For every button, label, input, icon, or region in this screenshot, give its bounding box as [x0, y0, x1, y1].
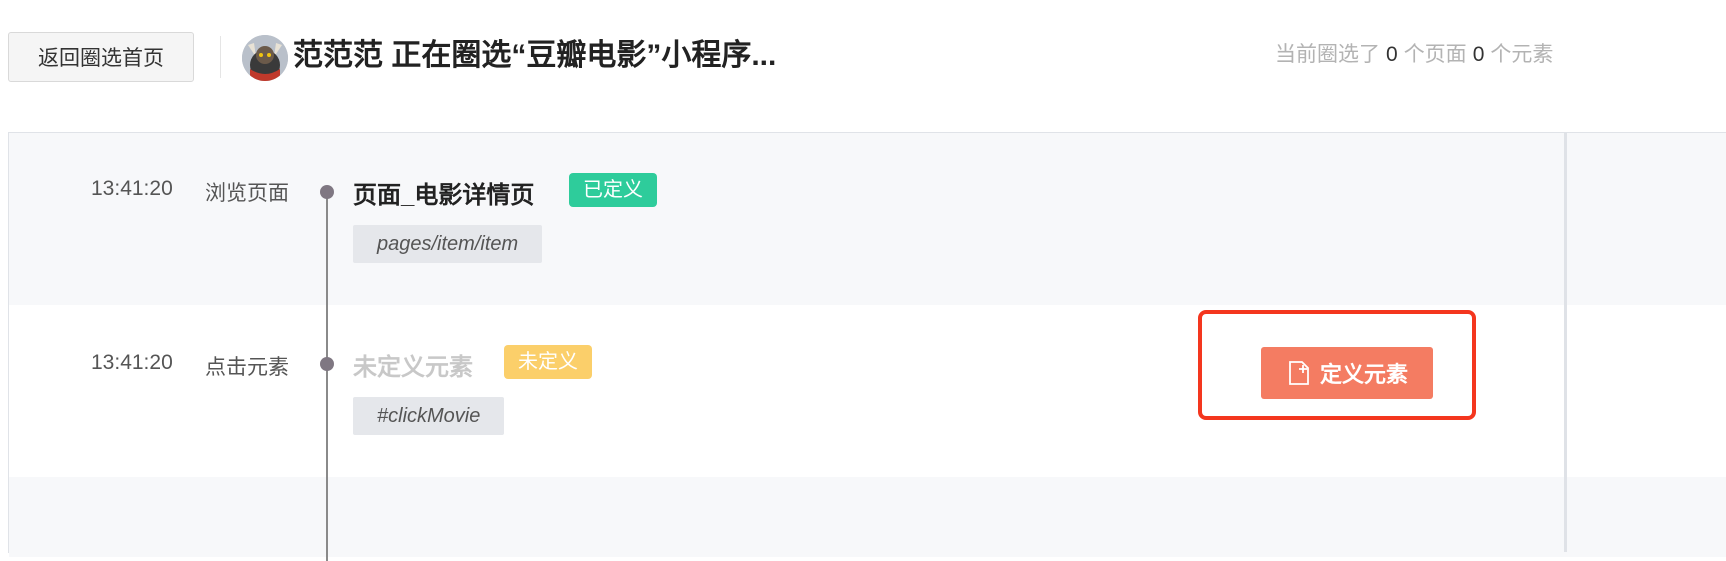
- timeline-line: [326, 191, 328, 561]
- event-timeline: 13:41:20 浏览页面 页面_电影详情页 已定义 pages/item/it…: [8, 132, 1726, 561]
- status-badge-undefined: 未定义: [504, 345, 592, 379]
- event-action: 浏览页面: [205, 182, 289, 205]
- summary-pages-unit: 个页面: [1403, 43, 1467, 66]
- header-divider: [220, 36, 221, 78]
- define-element-label: 定义元素: [1319, 362, 1408, 387]
- event-row: [9, 477, 1726, 557]
- selected-elements-count: 0: [1472, 43, 1485, 66]
- timeline-dot: [320, 185, 334, 199]
- event-time: 13:41:20: [91, 351, 173, 374]
- page-path-tag: pages/item/item: [353, 225, 543, 263]
- event-title[interactable]: 未定义元素: [353, 347, 473, 382]
- status-badge-defined: 已定义: [569, 173, 657, 207]
- event-action: 点击元素: [205, 356, 289, 379]
- event-time: 13:41:20: [91, 177, 173, 200]
- panel-right-border: [1564, 132, 1567, 552]
- timeline-dot: [320, 357, 334, 371]
- define-element-button[interactable]: 定义元素: [1261, 347, 1433, 399]
- summary-prefix: 当前圈选了: [1275, 43, 1380, 66]
- event-row: 13:41:20 浏览页面 页面_电影详情页 已定义 pages/item/it…: [9, 133, 1726, 305]
- add-file-icon: [1286, 360, 1312, 386]
- selected-pages-count: 0: [1386, 43, 1398, 66]
- summary-elements-unit: 个元素: [1490, 43, 1554, 66]
- back-to-home-button[interactable]: 返回圈选首页: [8, 32, 194, 82]
- event-title[interactable]: 页面_电影详情页: [353, 175, 534, 210]
- page-title: 范范范 正在圈选“豆瓣电影”小程序...: [293, 39, 777, 72]
- selection-summary: 当前圈选了 0 个页面 0 个元素: [1275, 40, 1553, 70]
- avatar: [242, 35, 288, 81]
- element-selector-tag: #clickMovie: [353, 397, 505, 435]
